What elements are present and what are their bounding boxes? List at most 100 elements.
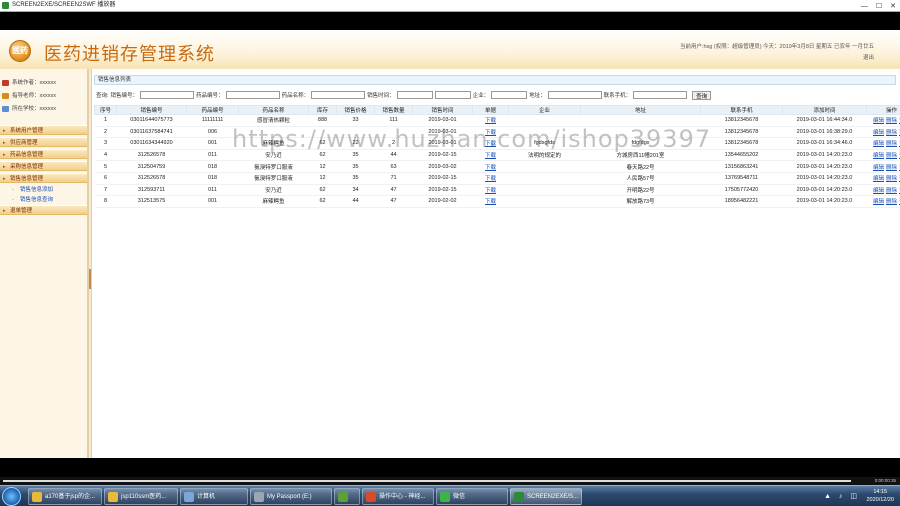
taskbar-label: a170基于jsp的企... <box>45 494 96 500</box>
download-link[interactable]: 下载 <box>472 195 509 208</box>
minimize-icon[interactable]: — <box>861 1 868 12</box>
table-cell: 011 <box>186 184 239 197</box>
author-info-line: 系统作者：xxxxxx <box>0 77 87 90</box>
table-cell: 44 <box>336 195 375 208</box>
table-cell: 12 <box>308 172 337 185</box>
table-cell <box>508 195 581 208</box>
info-label: 系统作者：xxxxxx <box>12 80 57 86</box>
system-tray[interactable]: ▲ ♪ ◫ <box>824 492 860 500</box>
table-cell: 001 <box>186 195 239 208</box>
sidebar-subitem-2[interactable]: 销售信息查询 <box>0 195 87 205</box>
table-cell: 2019-03-01 16:34:46.0 <box>782 137 867 150</box>
start-button[interactable] <box>2 487 21 506</box>
search-input[interactable] <box>140 91 195 99</box>
sidebar-item-3[interactable]: 药品信息管理 <box>0 149 87 160</box>
splitter-handle[interactable] <box>89 269 91 289</box>
action-编辑[interactable]: 编辑 <box>873 188 884 194</box>
table-cell: 13769548711 <box>700 172 783 185</box>
action-编辑[interactable]: 编辑 <box>873 176 884 182</box>
table-cell: 2019-03-01 16:38:29.0 <box>782 126 867 139</box>
table-cell: 312526578 <box>116 172 187 185</box>
search-input[interactable] <box>633 91 688 99</box>
taskbar-item[interactable] <box>334 488 360 505</box>
clock[interactable]: 14:15 2020/12/20 <box>866 488 894 504</box>
logout-link[interactable]: 退出 <box>680 53 874 64</box>
download-link[interactable]: 下载 <box>472 184 509 197</box>
table-cell: 18956482221 <box>700 195 783 208</box>
clock-date: 2020/12/20 <box>866 497 894 503</box>
action-删除[interactable]: 删除 <box>886 165 897 171</box>
search-field-label: 药品编号： <box>196 93 224 99</box>
search-input[interactable] <box>311 91 366 99</box>
search-input[interactable] <box>491 91 528 99</box>
close-icon[interactable]: ✕ <box>890 1 896 12</box>
user-icon <box>2 80 9 86</box>
taskbar-item[interactable]: SCREEN2EXE/S... <box>510 488 582 505</box>
search-bar: 查询: 销售编号： 药品编号： 药品名称： 销售时间： 企业： 地址： 联系手机： 查询 <box>94 88 896 102</box>
table-cell: 34 <box>336 184 375 197</box>
row-actions: 编辑删除详细 <box>866 172 900 185</box>
action-删除[interactable]: 删除 <box>886 130 897 136</box>
sidebar-item-6[interactable]: 退单管理 <box>0 205 87 216</box>
column-header: 销售数量 <box>374 105 413 115</box>
column-header: 药品名称 <box>238 105 309 115</box>
search-input[interactable] <box>396 91 433 99</box>
taskbar-item[interactable]: a170基于jsp的企... <box>28 488 102 505</box>
sidebar-item-4[interactable]: 采购信息管理 <box>0 161 87 172</box>
action-删除[interactable]: 删除 <box>886 176 897 182</box>
taskbar-label: SCREEN2EXE/S... <box>527 494 579 500</box>
action-删除[interactable]: 删除 <box>886 199 897 205</box>
app-header: 医药 医药进销存管理系统 当前用户:hsg (权限：超级管理员) 今天：2019… <box>0 30 900 69</box>
search-button[interactable]: 查询 <box>692 90 712 100</box>
column-header: 药品编号 <box>186 105 239 115</box>
sidebar-item-5[interactable]: 销售信息管理 <box>0 173 87 184</box>
action-删除[interactable]: 删除 <box>886 153 897 159</box>
seek-bar[interactable] <box>3 480 851 482</box>
table-cell: 2019-02-15 <box>412 172 473 185</box>
table-cell: 63 <box>374 160 413 173</box>
action-删除[interactable]: 删除 <box>886 188 897 194</box>
table-cell: 018 <box>186 172 239 185</box>
search-input[interactable] <box>225 91 280 99</box>
taskbar-app-icon <box>514 492 524 502</box>
taskbar-item[interactable]: My Passport (E:) <box>250 488 332 505</box>
taskbar-app-icon <box>366 492 376 502</box>
search-label: 查询: <box>96 93 109 99</box>
action-编辑[interactable]: 编辑 <box>873 153 884 159</box>
search-field-label: 药品名称： <box>281 93 310 99</box>
app-icon <box>2 2 9 9</box>
action-编辑[interactable]: 编辑 <box>873 199 884 205</box>
search-input-end-date[interactable] <box>434 91 471 99</box>
download-link[interactable]: 下载 <box>472 160 509 173</box>
taskbar-item[interactable]: 操作中心 - 神经... <box>362 488 434 505</box>
action-编辑[interactable]: 编辑 <box>873 165 884 171</box>
taskbar-item[interactable]: 微信 <box>436 488 508 505</box>
window-title: SCREEN2EXE/SCREEN2SWF 播放器 <box>12 2 116 8</box>
sidebar-subitem-1[interactable]: 销售信息添加 <box>0 185 87 195</box>
maximize-icon[interactable]: ☐ <box>876 1 882 12</box>
download-link[interactable]: 下载 <box>472 172 509 185</box>
taskbar-app-icon <box>32 492 42 502</box>
column-header: 单据 <box>472 105 509 115</box>
action-编辑[interactable]: 编辑 <box>873 118 884 124</box>
taskbar-label: 操作中心 - 神经... <box>379 494 426 500</box>
taskbar-app-icon <box>254 492 264 502</box>
action-编辑[interactable]: 编辑 <box>873 141 884 147</box>
search-input[interactable] <box>547 91 602 99</box>
row-actions: 编辑删除详细 <box>866 126 900 139</box>
taskbar-item[interactable]: jsp110ssm医药... <box>104 488 178 505</box>
table-cell: 12 <box>308 160 337 173</box>
action-编辑[interactable]: 编辑 <box>873 130 884 136</box>
sidebar-splitter[interactable] <box>88 69 92 458</box>
search-field-label: 地址： <box>529 93 546 99</box>
action-删除[interactable]: 删除 <box>886 118 897 124</box>
table-row: 8 312513575 001 麻辣鳄鱼 62 44 47 2019-02-02 下载 解放路73… <box>94 195 900 208</box>
taskbar-item[interactable]: 计算机 <box>180 488 248 505</box>
table-row: 6 312526578 018 氨溴特罗口服液 12 35 71 2019-02-15 下载 人民… <box>94 172 900 185</box>
action-删除[interactable]: 删除 <box>886 141 897 147</box>
window-titlebar: SCREEN2EXE/SCREEN2SWF 播放器 — ☐ ✕ <box>0 0 900 12</box>
sidebar-item-1[interactable]: 系统用户管理 <box>0 125 87 136</box>
table-cell: 氨溴特罗口服液 <box>238 160 309 173</box>
sidebar-item-2[interactable]: 供应商管理 <box>0 137 87 148</box>
column-header: 销售时间 <box>412 105 473 115</box>
